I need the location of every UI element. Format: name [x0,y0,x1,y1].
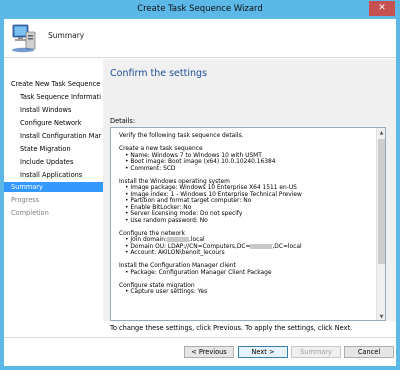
close-button[interactable]: ✕ [369,1,395,16]
details-line: Join domain: [130,237,167,243]
redacted-text [250,243,273,249]
details-line: .local [189,237,205,243]
nav-item-install-windows[interactable]: Install Windows [4,105,103,115]
title-bar[interactable]: Create Task Sequence Wizard ✕ [0,0,400,19]
wizard-nav: Create New Task Sequence Task Sequence I… [4,59,103,321]
details-text: Verify the following task sequence detai… [119,133,369,296]
details-textbox[interactable]: Verify the following task sequence detai… [110,127,386,321]
summary-button: Summary [291,346,341,358]
details-line: Boot image: Boot image (x64) 10.0.10240.… [130,159,276,165]
details-line: Domain OU: LDAP://CN=Computers,DC= [130,243,251,250]
details-line: Use random password: No [130,217,208,224]
details-line: Server licensing mode: Do not specify [130,211,243,217]
nav-item-state-migration[interactable]: State Migration [4,144,103,154]
content-title: Confirm the settings [110,68,207,79]
details-line: Image index: 1 - Windows 10 Enterprise T… [130,191,302,198]
cancel-button[interactable]: Cancel [344,346,394,358]
redacted-text [167,237,189,242]
details-line: Package: Configuration Manager Client Pa… [130,269,272,276]
details-line: Capture user settings: Yes [130,289,208,295]
next-button[interactable]: Next > [238,346,288,358]
previous-button[interactable]: < Previous [184,346,234,358]
nav-item-configure-network[interactable]: Configure Network [4,118,103,128]
details-line: Enable BitLocker: No [130,204,192,211]
wizard-client-area: Summary Create New Task Sequence Task Se… [4,19,396,366]
details-scrollbar[interactable]: ▲ ▼ [376,128,385,320]
scroll-up-icon[interactable]: ▲ [378,129,385,137]
details-label: Details: [110,117,136,125]
nav-item-summary[interactable]: Summary [4,182,103,192]
nav-item-create-new-task-sequence[interactable]: Create New Task Sequence [4,79,103,89]
content-pane: Confirm the settings Details: Verify the… [103,59,396,321]
nav-item-completion: Completion [11,209,49,217]
nav-item-install-configuration-manager[interactable]: Install Configuration Mar [4,131,103,141]
nav-item-task-sequence-information[interactable]: Task Sequence Informati [4,92,103,102]
scroll-down-icon[interactable]: ▼ [378,313,385,320]
nav-item-progress: Progress [11,196,40,204]
window-title: Create Task Sequence Wizard [137,4,263,14]
footer-divider [4,337,396,338]
wizard-header: Summary [4,19,396,58]
wizard-window: Create Task Sequence Wizard ✕ Summary Cr… [0,0,400,370]
instruction-text: To change these settings, click Previous… [110,324,353,332]
computer-wizard-icon [12,24,36,53]
details-line: Image package: Windows 10 Enterprise X64… [130,185,297,191]
details-line: Name: Windows 7 to Windows 10 with USMT [130,152,262,159]
details-line: Account: AKILON\benoit_lecours [130,250,225,256]
details-line: Partition and format target computer: No [130,198,252,204]
details-line: Comment: SCD [130,165,176,172]
nav-item-include-updates[interactable]: Include Updates [4,157,103,167]
details-line: ,DC=local [272,243,302,250]
page-title: Summary [48,31,85,40]
nav-item-install-applications[interactable]: Install Applications [4,170,103,180]
scrollbar-thumb[interactable] [378,139,385,264]
